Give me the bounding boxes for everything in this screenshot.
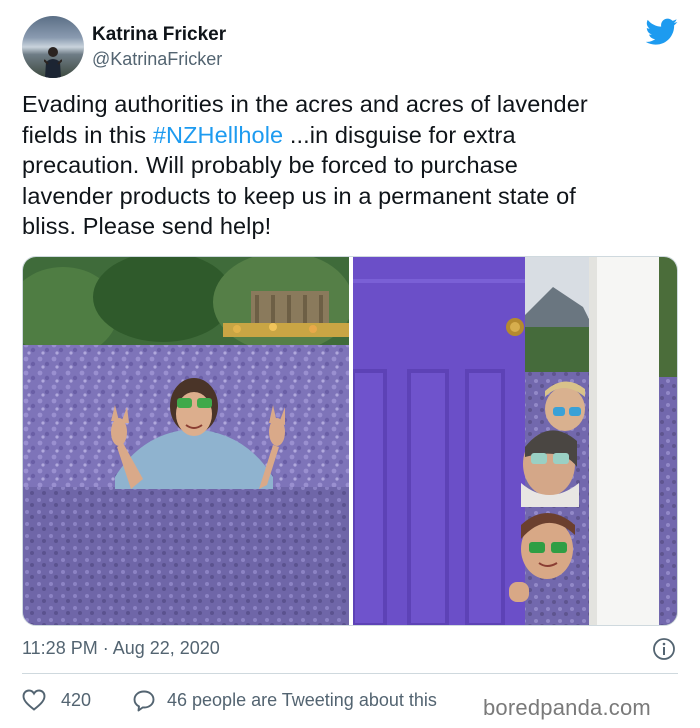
author-name[interactable]: Katrina Fricker: [92, 24, 226, 46]
info-icon[interactable]: [652, 637, 676, 661]
text-segment: lavender products to keep us in a perman…: [22, 182, 576, 209]
tweet-text-line: bliss. Please send help!: [22, 211, 682, 242]
text-segment: fields in this: [22, 121, 153, 148]
avatar[interactable]: [22, 16, 84, 78]
heart-icon[interactable]: [22, 689, 46, 711]
text-segment: bliss. Please send help!: [22, 213, 272, 239]
tweet-media[interactable]: [22, 256, 678, 626]
reply-bubble-icon[interactable]: [132, 689, 156, 713]
text-segment: Evading authorities in the acres and acr…: [22, 91, 588, 117]
tweet-text-line: precaution. Will probably be forced to p…: [22, 150, 682, 181]
author-handle[interactable]: @KatrinaFricker: [92, 49, 222, 70]
text-segment: precaution. Will probably be forced to p…: [22, 152, 518, 178]
tweet-text: Evading authorities in the acres and acr…: [22, 89, 682, 242]
tweet-timestamp[interactable]: 11:28 PM · Aug 22, 2020: [22, 638, 220, 659]
photo-lavender-field[interactable]: [23, 257, 349, 625]
avatar-person-silhouette: [44, 47, 62, 78]
hashtag-link[interactable]: #NZHellhole: [153, 122, 283, 148]
purple-door-image: [353, 257, 677, 625]
photo-purple-door[interactable]: [353, 257, 677, 625]
tweet-text-line: fields in this #NZHellhole ...in disguis…: [22, 120, 682, 151]
twitter-bird-icon[interactable]: [646, 18, 678, 46]
tweet-text-line: Evading authorities in the acres and acr…: [22, 89, 682, 120]
like-count[interactable]: 420: [61, 690, 91, 711]
text-segment: ...in disguise for extra: [283, 121, 516, 148]
watermark: boredpanda.com: [483, 695, 651, 720]
tweet-text-line: lavender products to keep us in a perman…: [22, 181, 682, 212]
divider: [22, 673, 678, 674]
lavender-field-image: [23, 257, 349, 625]
tweet-header: Katrina Fricker @KatrinaFricker: [22, 16, 682, 78]
replies-link[interactable]: 46 people are Tweeting about this: [167, 690, 437, 711]
